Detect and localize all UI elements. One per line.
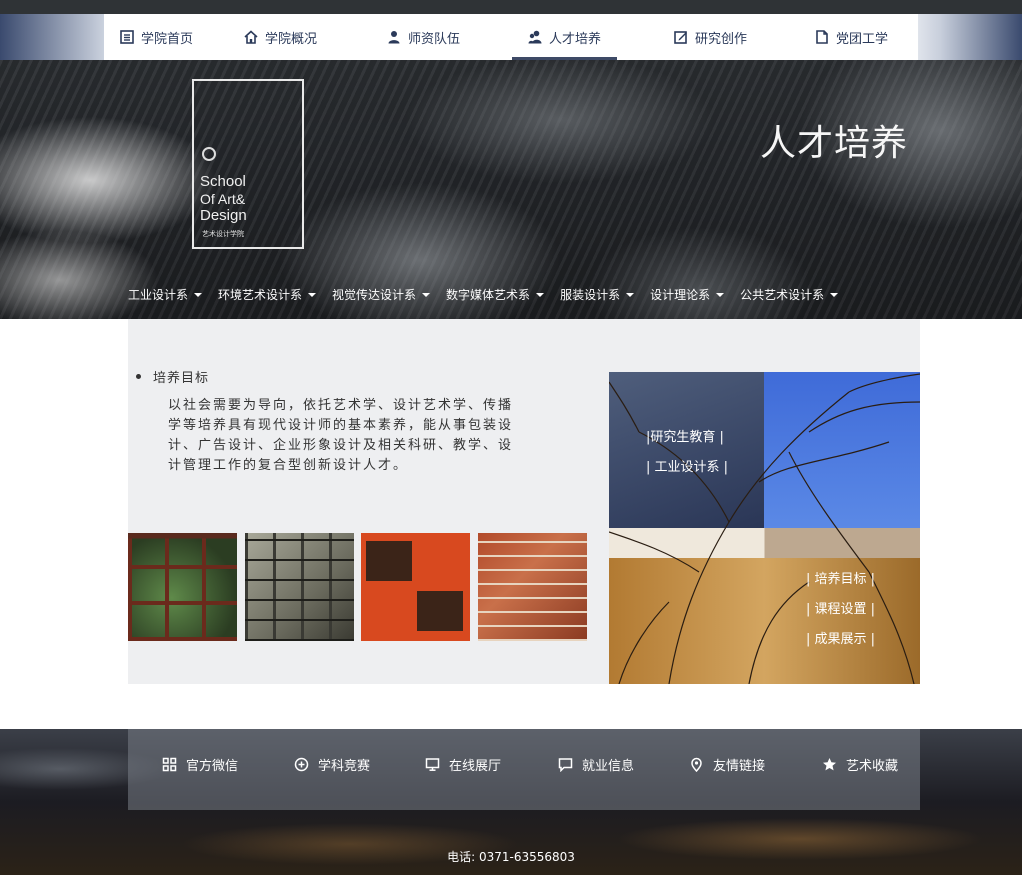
goal-heading: 培养目标 bbox=[136, 367, 209, 386]
footer-link-label: 学科竞赛 bbox=[318, 759, 371, 774]
footer-link-label: 官方微信 bbox=[186, 759, 239, 774]
users-icon bbox=[528, 30, 542, 44]
nav-item-research-label: 研究创作 bbox=[695, 31, 748, 47]
dept-visual[interactable]: 视觉传达设计系 bbox=[332, 286, 431, 303]
goal-description: 以社会需要为导向，依托艺术学、设计艺术学、传播学等培养具有现代设计师的基本素养，… bbox=[168, 398, 514, 473]
hero-banner: School Of Art& Design 艺术设计学院 人才培养 工业设计系 … bbox=[0, 60, 1022, 319]
star-icon bbox=[823, 758, 836, 771]
nav-item-overview[interactable]: 学院概况 bbox=[244, 14, 317, 60]
footer-link-label: 就业信息 bbox=[582, 759, 635, 774]
footer-quicklinks: 官方微信 学科竞赛 在线展厅 就业信息 友情链接 艺术收藏 bbox=[128, 729, 920, 810]
caret-down-icon bbox=[830, 292, 839, 297]
nav-item-party-label: 党团工学 bbox=[836, 31, 889, 47]
chat-icon bbox=[558, 758, 573, 772]
nav-item-faculty[interactable]: 师资队伍 bbox=[387, 14, 460, 60]
page-title: 人才培养 bbox=[760, 123, 909, 164]
panel-link-goals[interactable]: | 培养目标 | bbox=[806, 568, 875, 587]
bullet-icon bbox=[136, 374, 141, 379]
caret-down-icon bbox=[536, 292, 545, 297]
plus-circle-icon bbox=[294, 757, 309, 772]
nav-item-party[interactable]: 党团工学 bbox=[815, 14, 888, 60]
logo-line-3: Design bbox=[200, 207, 247, 224]
link-panel: |研究生教育 | | 工业设计系 | | 培养目标 | | 课程设置 | | 成… bbox=[609, 372, 920, 684]
caret-down-icon bbox=[194, 292, 203, 297]
footer-link-label: 友情链接 bbox=[713, 759, 766, 774]
photo-red-cabinet[interactable] bbox=[361, 533, 470, 641]
goal-heading-text: 培养目标 bbox=[153, 371, 210, 386]
dept-environment[interactable]: 环境艺术设计系 bbox=[218, 286, 317, 303]
main-nav-inner: 学院首页 学院概况 师资队伍 人才培养 研究创作 党团工学 bbox=[104, 14, 918, 60]
cabinet-pane bbox=[366, 541, 412, 581]
list-icon bbox=[120, 30, 134, 44]
dept-label: 工业设计系 bbox=[128, 288, 189, 302]
dept-fashion[interactable]: 服装设计系 bbox=[560, 286, 635, 303]
panel-link-courses[interactable]: | 课程设置 | bbox=[806, 598, 875, 617]
dept-industrial[interactable]: 工业设计系 bbox=[128, 286, 203, 303]
footer-link-collection[interactable]: 艺术收藏 bbox=[822, 755, 898, 774]
monitor-icon bbox=[425, 758, 440, 771]
footer-link-exhibition[interactable]: 在线展厅 bbox=[425, 755, 501, 774]
dept-digital-media[interactable]: 数字媒体艺术系 bbox=[446, 286, 545, 303]
caret-down-icon bbox=[308, 292, 317, 297]
user-icon bbox=[388, 31, 400, 44]
footer-link-label: 艺术收藏 bbox=[846, 759, 899, 774]
footer-link-competition[interactable]: 学科竞赛 bbox=[294, 755, 370, 774]
main-nav: 学院首页 学院概况 师资队伍 人才培养 研究创作 党团工学 bbox=[0, 14, 1022, 60]
photo-window-plants[interactable] bbox=[128, 533, 237, 641]
footer-link-friends[interactable]: 友情链接 bbox=[689, 755, 765, 774]
photo-wooden-door[interactable] bbox=[245, 533, 354, 641]
dept-label: 设计理论系 bbox=[650, 288, 711, 302]
logo-mark-icon bbox=[202, 147, 216, 161]
edit-icon bbox=[674, 31, 687, 44]
grid-icon bbox=[162, 757, 177, 772]
nav-item-home[interactable]: 学院首页 bbox=[120, 14, 193, 60]
nav-item-overview-label: 学院概况 bbox=[265, 31, 318, 47]
cabinet-pane bbox=[417, 591, 463, 631]
logo-subtitle: 艺术设计学院 bbox=[202, 230, 244, 238]
footer-phone: 电话: 0371-63556803 bbox=[447, 850, 575, 864]
photo-brick-vines[interactable] bbox=[478, 533, 587, 641]
panel-link-industrial[interactable]: | 工业设计系 | bbox=[646, 456, 728, 475]
footer-link-wechat[interactable]: 官方微信 bbox=[162, 755, 238, 774]
school-logo[interactable]: School Of Art& Design 艺术设计学院 bbox=[192, 79, 304, 249]
nav-item-talent[interactable]: 人才培养 bbox=[512, 14, 618, 60]
caret-down-icon bbox=[422, 292, 431, 297]
logo-line-1: School bbox=[200, 173, 246, 190]
caret-down-icon bbox=[626, 292, 635, 297]
panel-link-results[interactable]: | 成果展示 | bbox=[806, 628, 875, 647]
department-menu: 工业设计系 环境艺术设计系 视觉传达设计系 数字媒体艺术系 服装设计系 设计理论… bbox=[128, 286, 854, 303]
top-strip bbox=[0, 0, 1022, 14]
dept-label: 视觉传达设计系 bbox=[332, 288, 417, 302]
dept-label: 数字媒体艺术系 bbox=[446, 288, 531, 302]
footer-link-jobs[interactable]: 就业信息 bbox=[558, 755, 634, 774]
panel-link-graduate[interactable]: |研究生教育 | bbox=[646, 426, 724, 445]
nav-item-research[interactable]: 研究创作 bbox=[674, 14, 747, 60]
dept-public-art[interactable]: 公共艺术设计系 bbox=[740, 286, 839, 303]
footer-link-label: 在线展厅 bbox=[449, 759, 502, 774]
dept-theory[interactable]: 设计理论系 bbox=[650, 286, 725, 303]
document-icon bbox=[816, 30, 828, 44]
nav-item-home-label: 学院首页 bbox=[141, 31, 194, 47]
nav-item-talent-label: 人才培养 bbox=[549, 31, 602, 47]
dept-label: 环境艺术设计系 bbox=[218, 288, 303, 302]
dept-label: 公共艺术设计系 bbox=[740, 288, 825, 302]
caret-down-icon bbox=[716, 292, 725, 297]
nav-item-faculty-label: 师资队伍 bbox=[408, 31, 461, 47]
logo-line-2: Of Art& bbox=[200, 191, 246, 207]
home-icon bbox=[244, 30, 258, 44]
dept-label: 服装设计系 bbox=[560, 288, 621, 302]
footer: 官方微信 学科竞赛 在线展厅 就业信息 友情链接 艺术收藏 电话: 0371-6… bbox=[0, 729, 1022, 875]
location-pin-icon bbox=[691, 757, 702, 772]
